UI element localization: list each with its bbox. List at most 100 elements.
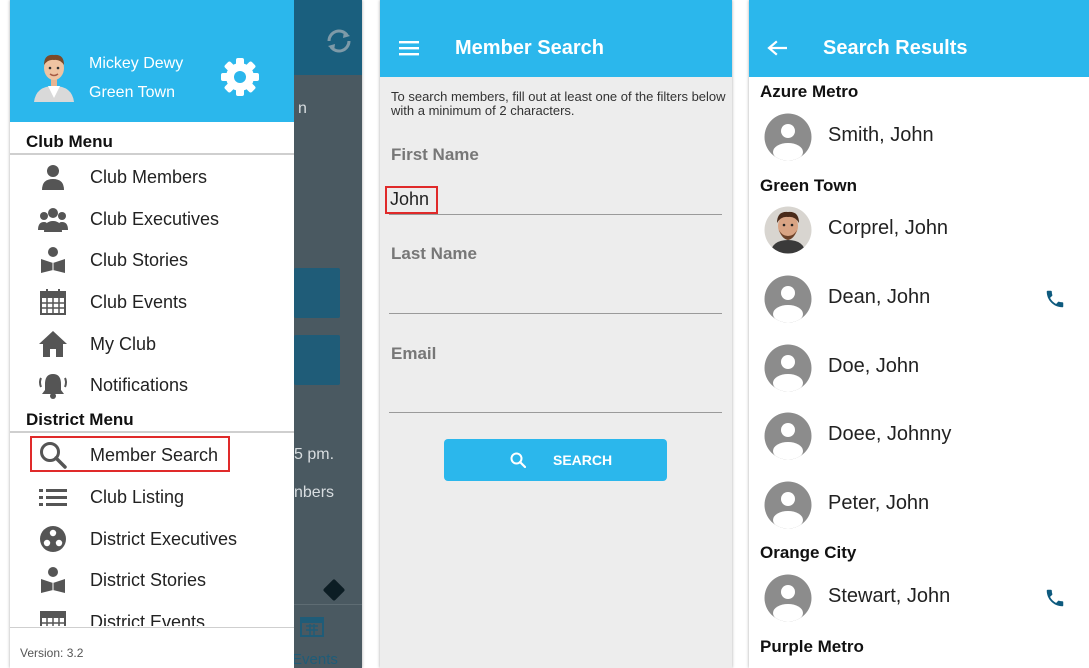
search-results-screen: Search Results Azure Metro Smith, John G…	[749, 0, 1089, 668]
default-avatar-icon	[764, 481, 812, 529]
user-avatar	[34, 54, 74, 102]
menu-item-my-club[interactable]: My Club	[10, 324, 294, 364]
background-text: nbers	[294, 484, 335, 501]
member-name: Corprel, John	[828, 217, 949, 239]
menu-item-label: Club Executives	[90, 209, 220, 229]
group-header: Green Town	[760, 176, 857, 195]
member-name: Stewart, John	[828, 585, 951, 607]
menu-item-district-events[interactable]: District Events	[10, 602, 294, 626]
divider	[10, 431, 294, 433]
divider	[10, 153, 294, 155]
member-name: Doe, John	[828, 355, 920, 377]
menu-item-club-members[interactable]: Club Members	[10, 157, 294, 197]
default-avatar-icon	[764, 412, 812, 460]
hamburger-menu-icon[interactable]	[399, 40, 419, 56]
member-name: Doee, Johnny	[828, 423, 952, 445]
menu-item-club-stories[interactable]: Club Stories	[10, 240, 294, 280]
member-photo	[764, 206, 812, 254]
calendar-icon	[40, 611, 66, 626]
menu-item-label: District Stories	[90, 570, 207, 590]
sync-icon	[327, 29, 351, 53]
first-name-field[interactable]	[389, 185, 722, 215]
list-icon	[39, 489, 67, 506]
group-header: Orange City	[760, 543, 857, 562]
home-icon	[39, 331, 67, 357]
highlight-box	[30, 436, 230, 472]
menu-item-club-listing[interactable]: Club Listing	[10, 477, 294, 517]
last-name-label: Last Name	[391, 244, 477, 263]
page-title: Search Results	[823, 37, 968, 59]
menu-item-club-executives[interactable]: Club Executives	[10, 199, 294, 239]
menu-item-district-executives[interactable]: District Executives	[10, 519, 294, 559]
list-item[interactable]: Peter, John	[749, 477, 1089, 533]
background-card	[294, 268, 340, 318]
phone-icon[interactable]	[1044, 587, 1066, 609]
list-item[interactable]: Doee, Johnny	[749, 408, 1089, 464]
email-field[interactable]	[389, 383, 722, 413]
group-header: Purple Metro	[760, 637, 864, 656]
default-avatar-icon	[764, 574, 812, 622]
user-name: Mickey Dewy	[89, 55, 184, 72]
menu-item-label: Club Listing	[90, 487, 185, 507]
events-tab-label: Events	[292, 651, 338, 668]
list-item[interactable]: Doe, John	[749, 340, 1089, 396]
menu-item-notifications[interactable]: Notifications	[10, 365, 294, 405]
user-club: Green Town	[89, 84, 175, 101]
district-group-icon	[40, 526, 66, 552]
list-item[interactable]: Dean, John	[749, 271, 1089, 327]
last-name-field[interactable]	[389, 284, 722, 314]
highlight-box	[385, 186, 438, 214]
menu-item-district-stories[interactable]: District Stories	[10, 560, 294, 600]
calendar-icon	[40, 289, 66, 315]
directions-icon	[322, 578, 346, 602]
search-button-label: SEARCH	[553, 452, 613, 468]
menu-item-label: Club Stories	[90, 250, 189, 270]
app-version: Version: 3.2	[20, 646, 84, 660]
phone-icon[interactable]	[1044, 288, 1066, 310]
bell-icon	[39, 374, 67, 399]
club-menu-title: Club Menu	[26, 132, 113, 151]
background-tab-bar: Events	[292, 604, 362, 668]
menu-item-label: Club Events	[90, 292, 188, 312]
drawer-screen: n 5 pm. nbers Events Mickey Dewy Green T…	[10, 0, 362, 668]
first-name-label: First Name	[391, 145, 479, 164]
menu-item-label: District Events	[90, 612, 206, 626]
menu-item-label: Notifications	[90, 375, 189, 395]
group-header: Azure Metro	[760, 82, 859, 101]
search-icon	[510, 452, 526, 468]
divider	[10, 627, 294, 628]
list-item[interactable]: Stewart, John	[749, 570, 1089, 626]
background-text: n	[298, 100, 307, 117]
menu-item-club-events[interactable]: Club Events	[10, 282, 294, 322]
drawer-header: Mickey Dewy Green Town	[10, 0, 294, 122]
menu-item-label: My Club	[90, 334, 157, 354]
page-title: Member Search	[455, 37, 604, 59]
default-avatar-icon	[764, 344, 812, 392]
default-avatar-icon	[764, 113, 812, 161]
list-item[interactable]: Corprel, John	[749, 202, 1089, 258]
calendar-icon	[300, 617, 324, 637]
gear-icon[interactable]	[219, 56, 261, 98]
navigation-drawer: Mickey Dewy Green Town Club Menu Club Me…	[10, 0, 294, 668]
default-avatar-icon	[764, 275, 812, 323]
back-arrow-icon[interactable]	[767, 40, 787, 56]
email-label: Email	[391, 344, 437, 363]
district-menu-title: District Menu	[26, 410, 134, 429]
member-name: Peter, John	[828, 492, 930, 514]
menu-item-label: Club Members	[90, 167, 208, 187]
background-card	[294, 335, 340, 385]
person-icon	[42, 165, 64, 190]
member-search-screen: Member Search To search members, fill ou…	[380, 0, 732, 668]
app-bar: Member Search	[380, 0, 732, 77]
book-reader-icon	[41, 567, 65, 593]
background-text: 5 pm.	[294, 446, 335, 463]
book-reader-icon	[41, 247, 65, 273]
list-item[interactable]: Smith, John	[749, 109, 1089, 165]
member-name: Dean, John	[828, 286, 931, 308]
menu-item-label: District Executives	[90, 529, 238, 549]
search-instructions: To search members, fill out at least one…	[391, 89, 726, 118]
search-button[interactable]: SEARCH	[444, 439, 667, 481]
group-icon	[38, 208, 68, 232]
app-bar: Search Results	[749, 0, 1089, 77]
member-name: Smith, John	[828, 124, 934, 146]
